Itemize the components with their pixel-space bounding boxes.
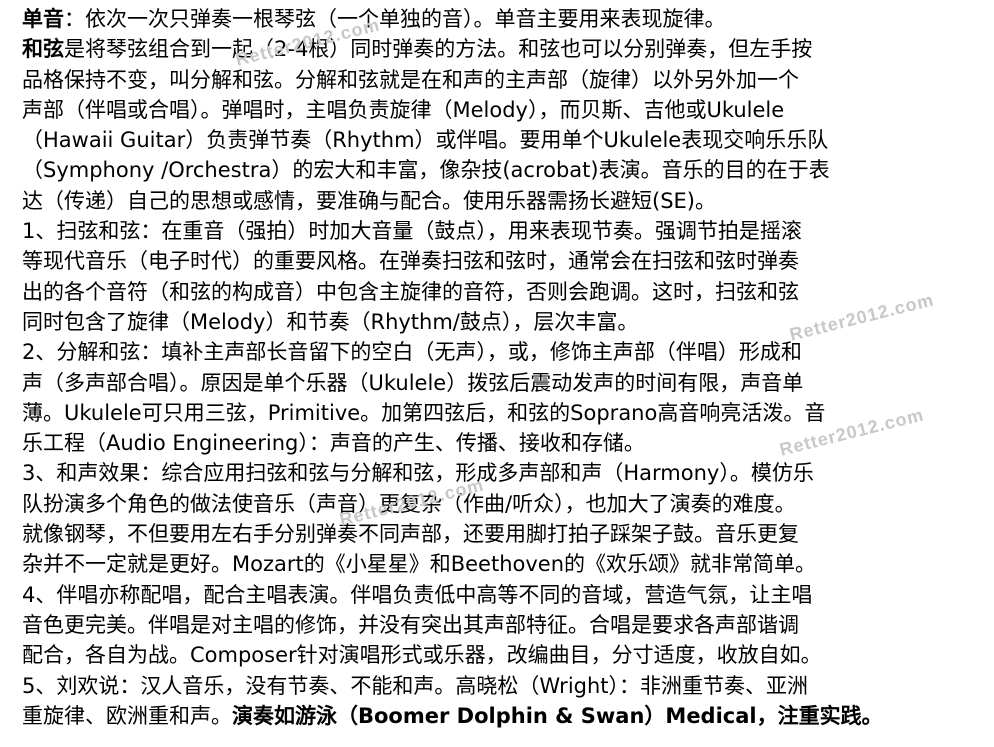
text-segment: 声部（伴唱或合唱）。弹唱时，主唱负责旋律（Melody），而贝斯、吉他或Ukul…: [22, 97, 785, 122]
bold-text: 单音: [22, 7, 64, 31]
text-line: 2、分解和弦：填补主声部长音留下的空白（无声），或，修饰主声部（伴唱）形成和: [22, 337, 982, 367]
text-segment: 音色更完美。伴唱是对主唱的修饰，并没有突出其声部特征。合唱是要求各声部谐调: [22, 612, 799, 637]
text-line: 4、伴唱亦称配唱，配合主唱表演。伴唱负责低中高等不同的音域，营造气氛，让主唱: [22, 580, 982, 610]
text-line: 1、扫弦和弦：在重音（强拍）时加大音量（鼓点），用来表现节奏。强调节拍是摇滚: [22, 216, 982, 246]
text-line: 出的各个音符（和弦的构成音）中包含主旋律的音符，否则会跑调。这时，扫弦和弦: [22, 277, 982, 307]
text-segment: 达（传递）自己的思想或感情，要准确与配合。使用乐器需扬长避短(SE)。: [22, 188, 716, 213]
text-line: 5、刘欢说：汉人音乐，没有节奏、不能和声。高晓松（Wright）：非洲重节奏、亚…: [22, 671, 982, 701]
text-line: 薄。Ukulele可只用三弦，Primitive。加第四弦后，和弦的Sopran…: [22, 398, 982, 428]
text-segment: 2、分解和弦：填补主声部长音留下的空白（无声），或，修饰主声部（伴唱）形成和: [22, 340, 802, 365]
text-line: 音色更完美。伴唱是对主唱的修饰，并没有突出其声部特征。合唱是要求各声部谐调: [22, 610, 982, 640]
text-line: 3、和声效果：综合应用扫弦和弦与分解和弦，形成多声部和声（Harmony）。模仿…: [22, 458, 982, 488]
text-line: 队扮演多个角色的做法使音乐（声音）更复杂（作曲/听众），也加大了演奏的难度。: [22, 489, 982, 519]
text-segment: 5、刘欢说：汉人音乐，没有节奏、不能和声。高晓松（Wright）：非洲重节奏、亚…: [22, 673, 809, 698]
text-line: 声（多声部合唱）。原因是单个乐器（Ukulele）拨弦后震动发声的时间有限，声音…: [22, 368, 982, 398]
text-segment: 杂并不一定就是更好。Mozart的《小星星》和Beethoven的《欢乐颂》就非…: [22, 552, 817, 577]
text-segment: 出的各个音符（和弦的构成音）中包含主旋律的音符，否则会跑调。这时，扫弦和弦: [22, 279, 799, 304]
document-body: 单音：依次一次只弹奏一根琴弦（一个单独的音）。单音主要用来表现旋律。 和弦是将琴弦…: [22, 4, 982, 731]
text-line: 达（传递）自己的思想或感情，要准确与配合。使用乐器需扬长避短(SE)。: [22, 186, 982, 216]
text-line: 单音：依次一次只弹奏一根琴弦（一个单独的音）。单音主要用来表现旋律。: [22, 4, 982, 34]
text-segment: 配合，各自为战。Composer针对演唱形式或乐器，改编曲目，分寸适度，收放自如…: [22, 643, 822, 668]
text-line: 配合，各自为战。Composer针对演唱形式或乐器，改编曲目，分寸适度，收放自如…: [22, 640, 982, 670]
text-segment: 4、伴唱亦称配唱，配合主唱表演。伴唱负责低中高等不同的音域，营造气氛，让主唱: [22, 582, 813, 607]
text-segment: （Hawaii Guitar）负责弹节奏（Rhythm）或伴唱。要用单个Ukul…: [22, 128, 829, 153]
text-segment: 同时包含了旋律（Melody）和节奏（Rhythm/鼓点），层次丰富。: [22, 309, 639, 334]
text-line: 声部（伴唱或合唱）。弹唱时，主唱负责旋律（Melody），而贝斯、吉他或Ukul…: [22, 95, 982, 125]
text-line: 杂并不一定就是更好。Mozart的《小星星》和Beethoven的《欢乐颂》就非…: [22, 549, 982, 579]
text-segment: ：依次一次只弹奏一根琴弦（一个单独的音）。单音主要用来表现旋律。: [64, 7, 726, 31]
text-segment: 声（多声部合唱）。原因是单个乐器（Ukulele）拨弦后震动发声的时间有限，声音…: [22, 370, 804, 395]
text-segment: （Symphony /Orchestra）的宏大和丰富，像杂技(acrobat)…: [22, 158, 830, 183]
text-line: （Symphony /Orchestra）的宏大和丰富，像杂技(acrobat)…: [22, 155, 982, 185]
text-line: 等现代音乐（电子时代）的重要风格。在弹奏扫弦和弦时，通常会在扫弦和弦时弹奏: [22, 246, 982, 276]
text-line: 品格保持不变，叫分解和弦。分解和弦就是在和声的主声部（旋律）以外另外加一个: [22, 65, 982, 95]
text-segment: 重旋律、欧洲重和声。: [22, 703, 232, 728]
bold-text: 演奏如游泳（Boomer Dolphin & Swan）Medical，注重实践…: [232, 703, 883, 728]
text-line: 重旋律、欧洲重和声。演奏如游泳（Boomer Dolphin & Swan）Me…: [22, 701, 982, 731]
text-line: 就像钢琴，不但要用左右手分别弹奏不同声部，还要用脚打拍子踩架子鼓。音乐更复: [22, 519, 982, 549]
text-line: （Hawaii Guitar）负责弹节奏（Rhythm）或伴唱。要用单个Ukul…: [22, 125, 982, 155]
text-segment: 乐工程（Audio Engineering）：声音的产生、传播、接收和存储。: [22, 431, 645, 456]
text-segment: 1、扫弦和弦：在重音（强拍）时加大音量（鼓点），用来表现节奏。强调节拍是摇滚: [22, 219, 802, 244]
text-segment: 品格保持不变，叫分解和弦。分解和弦就是在和声的主声部（旋律）以外另外加一个: [22, 67, 799, 92]
text-segment: 等现代音乐（电子时代）的重要风格。在弹奏扫弦和弦时，通常会在扫弦和弦时弹奏: [22, 249, 799, 274]
text-line: 和弦是将琴弦组合到一起（2-4根）同时弹奏的方法。和弦也可以分别弹奏，但左手按: [22, 34, 982, 64]
text-segment: 是将琴弦组合到一起（2-4根）同时弹奏的方法。和弦也可以分别弹奏，但左手按: [64, 37, 813, 62]
bold-text: 和弦: [22, 37, 64, 62]
text-segment: 薄。Ukulele可只用三弦，Primitive。加第四弦后，和弦的Sopran…: [22, 400, 826, 425]
text-segment: 就像钢琴，不但要用左右手分别弹奏不同声部，还要用脚打拍子踩架子鼓。音乐更复: [22, 522, 799, 547]
text-segment: 3、和声效果：综合应用扫弦和弦与分解和弦，形成多声部和声（Harmony）。模仿…: [22, 461, 814, 486]
